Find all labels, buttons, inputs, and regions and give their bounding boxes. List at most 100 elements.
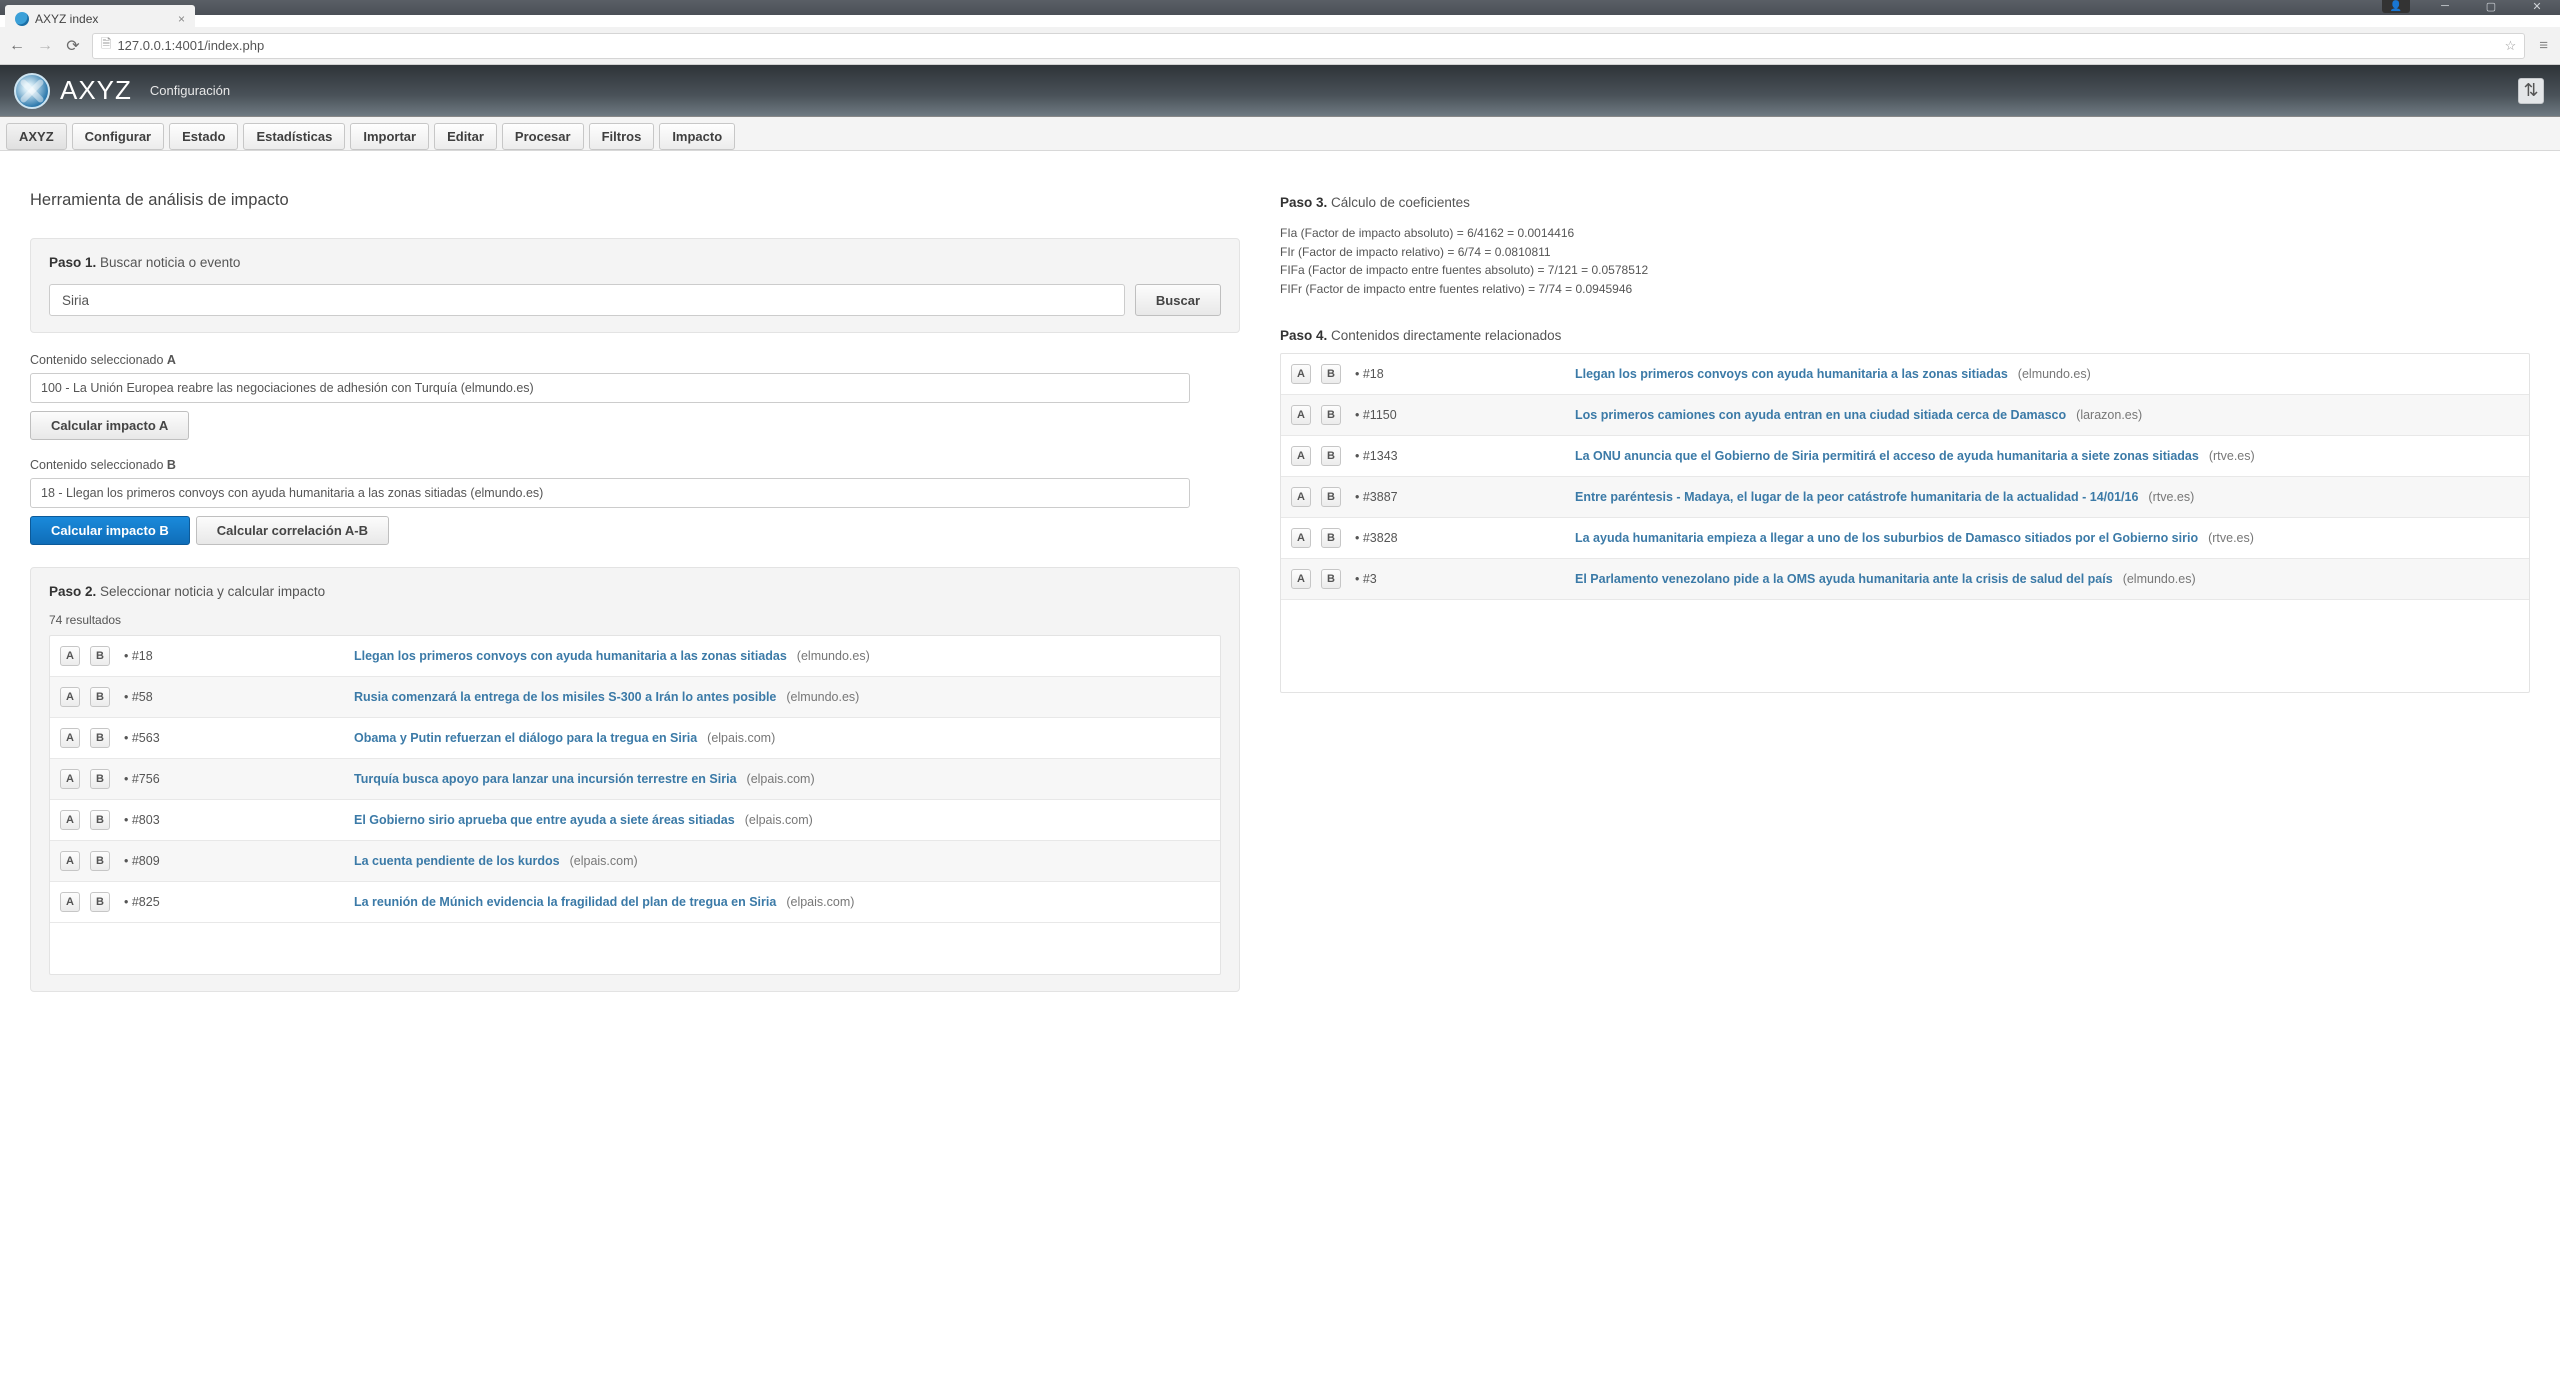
assign-a-button[interactable]: A — [60, 687, 80, 707]
app-name: AXYZ — [60, 75, 132, 106]
assign-b-button[interactable]: B — [90, 892, 110, 912]
selected-a-input[interactable] — [30, 373, 1190, 403]
list-item: AB • #18 Llegan los primeros convoys con a… — [1281, 354, 2529, 395]
list-item: AB • #18 Llegan los primeros convoys con a… — [50, 636, 1220, 677]
menu-editar[interactable]: Editar — [434, 123, 497, 150]
row-id: • #58 — [124, 690, 174, 704]
search-button[interactable]: Buscar — [1135, 284, 1221, 316]
related-list[interactable]: AB• #18Llegan los primeros convoys con a… — [1280, 353, 2530, 693]
assign-a-button[interactable]: A — [1291, 446, 1311, 466]
search-input[interactable] — [49, 284, 1125, 316]
row-id: • #825 — [124, 895, 174, 909]
assign-b-button[interactable]: B — [90, 687, 110, 707]
favicon-icon — [15, 12, 29, 26]
menu-configurar[interactable]: Configurar — [72, 123, 164, 150]
step3-heading: Paso 3. Cálculo de coeficientes — [1280, 195, 2530, 210]
row-title-link[interactable]: Los primeros camiones con ayuda entran e… — [1575, 408, 2066, 422]
row-title-link[interactable]: Llegan los primeros convoys con ayuda hu… — [354, 649, 787, 663]
list-item: AB • #3887 Entre paréntesis - Madaya, el l… — [1281, 477, 2529, 518]
assign-a-button[interactable]: A — [60, 892, 80, 912]
row-source: (rtve.es) — [2148, 490, 2194, 504]
menu-impacto[interactable]: Impacto — [659, 123, 735, 150]
results-list[interactable]: AB• #18Llegan los primeros convoys con a… — [49, 635, 1221, 975]
assign-b-button[interactable]: B — [1321, 528, 1341, 548]
row-id: • #563 — [124, 731, 174, 745]
selected-a-label: Contenido seleccionado A — [30, 353, 1240, 367]
assign-b-button[interactable]: B — [1321, 569, 1341, 589]
list-item: AB• #756Turquía busca apoyo para lanzar … — [50, 759, 1220, 800]
row-source: (elmundo.es) — [786, 690, 859, 704]
row-title-link[interactable]: La reunión de Múnich evidencia la fragil… — [354, 895, 776, 909]
menu-axyz[interactable]: AXYZ — [6, 123, 67, 150]
row-id: • #3887 — [1355, 490, 1405, 504]
chrome-menu-icon[interactable]: ≡ — [2535, 37, 2552, 54]
assign-a-button[interactable]: A — [1291, 569, 1311, 589]
page-title: Herramienta de análisis de impacto — [30, 191, 1240, 210]
tab-title: AXYZ index — [35, 12, 98, 26]
selected-b-input[interactable] — [30, 478, 1190, 508]
assign-a-button[interactable]: A — [60, 728, 80, 748]
assign-b-button[interactable]: B — [1321, 364, 1341, 384]
window-minimize[interactable]: ─ — [2422, 0, 2468, 12]
step1-panel: Paso 1. Buscar noticia o evento Buscar — [30, 238, 1240, 333]
address-bar[interactable]: 🗎 127.0.0.1:4001/index.php ☆ — [92, 33, 2525, 59]
assign-a-button[interactable]: A — [1291, 528, 1311, 548]
app-header: AXYZ Configuración ⇅ — [0, 65, 2560, 117]
bookmark-star-icon[interactable]: ☆ — [2505, 38, 2517, 54]
sort-toggle-icon[interactable]: ⇅ — [2518, 78, 2544, 104]
row-title-link[interactable]: Turquía busca apoyo para lanzar una incu… — [354, 772, 737, 786]
list-item: AB• #3El Parlamento venezolano pide a la… — [1281, 559, 2529, 600]
assign-b-button[interactable]: B — [90, 646, 110, 666]
assign-a-button[interactable]: A — [60, 810, 80, 830]
assign-b-button[interactable]: B — [1321, 446, 1341, 466]
assign-a-button[interactable]: A — [1291, 487, 1311, 507]
row-title-link[interactable]: El Parlamento venezolano pide a la OMS a… — [1575, 572, 2113, 586]
row-title-link[interactable]: Rusia comenzará la entrega de los misile… — [354, 690, 776, 704]
assign-a-button[interactable]: A — [1291, 364, 1311, 384]
row-title-link[interactable]: Obama y Putin refuerzan el diálogo para … — [354, 731, 697, 745]
row-title-link[interactable]: Llegan los primeros convoys con ayuda hu… — [1575, 367, 2008, 381]
menu-importar[interactable]: Importar — [350, 123, 429, 150]
row-id: • #3828 — [1355, 531, 1405, 545]
calc-impact-a-button[interactable]: Calcular impacto A — [30, 411, 189, 440]
calc-impact-b-button[interactable]: Calcular impacto B — [30, 516, 190, 545]
row-id: • #18 — [124, 649, 174, 663]
menu-estadísticas[interactable]: Estadísticas — [243, 123, 345, 150]
assign-b-button[interactable]: B — [90, 769, 110, 789]
nav-reload-icon[interactable]: ⟳ — [64, 37, 82, 55]
assign-b-button[interactable]: B — [90, 728, 110, 748]
menu-estado[interactable]: Estado — [169, 123, 238, 150]
row-title-link[interactable]: El Gobierno sirio aprueba que entre ayud… — [354, 813, 735, 827]
assign-a-button[interactable]: A — [60, 769, 80, 789]
app-subtitle: Configuración — [150, 83, 230, 98]
row-source: (rtve.es) — [2208, 531, 2254, 545]
assign-b-button[interactable]: B — [1321, 487, 1341, 507]
assign-a-button[interactable]: A — [1291, 405, 1311, 425]
menu-procesar[interactable]: Procesar — [502, 123, 584, 150]
nav-forward-icon[interactable]: → — [36, 37, 54, 55]
row-title-link[interactable]: La cuenta pendiente de los kurdos — [354, 854, 560, 868]
assign-a-button[interactable]: A — [60, 851, 80, 871]
coefficient-values: FIa (Factor de impacto absoluto) = 6/416… — [1280, 224, 2530, 298]
window-maximize[interactable]: ▢ — [2468, 0, 2514, 12]
assign-a-button[interactable]: A — [60, 646, 80, 666]
nav-back-icon[interactable]: ← — [8, 37, 26, 55]
row-title-link[interactable]: La ONU anuncia que el Gobierno de Siria … — [1575, 449, 2199, 463]
row-id: • #803 — [124, 813, 174, 827]
row-source: (elmundo.es) — [797, 649, 870, 663]
row-title-link[interactable]: La ayuda humanitaria empieza a llegar a … — [1575, 531, 2198, 545]
step2-panel: Paso 2. Seleccionar noticia y calcular i… — [30, 567, 1240, 992]
row-id: • #18 — [1355, 367, 1405, 381]
window-close[interactable]: ✕ — [2514, 0, 2560, 12]
menu-filtros[interactable]: Filtros — [589, 123, 655, 150]
chrome-profile-icon[interactable]: 👤 — [2382, 0, 2410, 13]
browser-tab[interactable]: AXYZ index × — [5, 5, 195, 32]
assign-b-button[interactable]: B — [90, 851, 110, 871]
page-info-icon[interactable]: 🗎 — [101, 35, 111, 57]
assign-b-button[interactable]: B — [90, 810, 110, 830]
tab-close-icon[interactable]: × — [178, 12, 185, 26]
menu-bar: AXYZConfigurarEstadoEstadísticasImportar… — [0, 117, 2560, 151]
row-title-link[interactable]: Entre paréntesis - Madaya, el lugar de l… — [1575, 490, 2138, 504]
assign-b-button[interactable]: B — [1321, 405, 1341, 425]
calc-correlation-button[interactable]: Calcular correlación A-B — [196, 516, 389, 545]
